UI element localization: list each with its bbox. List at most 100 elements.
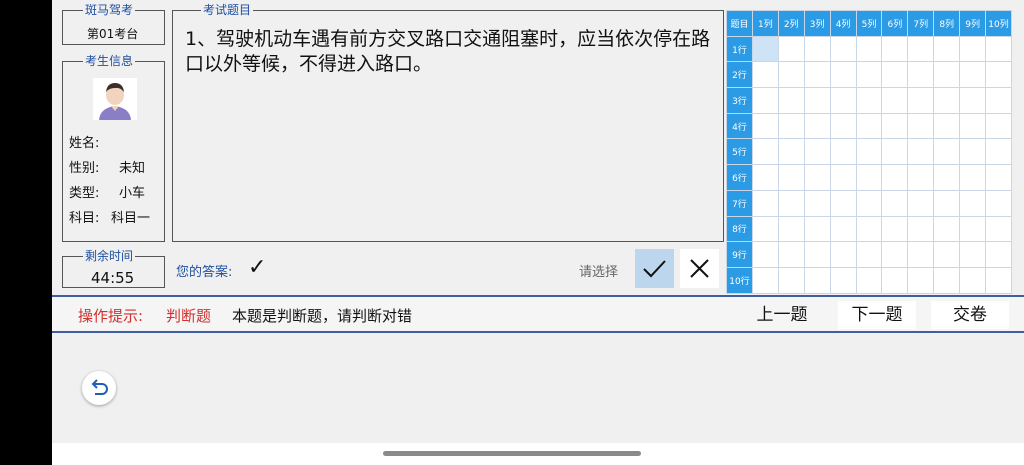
grid-answer-cell[interactable] bbox=[855, 241, 883, 268]
grid-answer-cell[interactable] bbox=[855, 61, 883, 89]
grid-answer-cell[interactable] bbox=[881, 215, 909, 243]
grid-answer-cell[interactable] bbox=[881, 112, 909, 140]
grid-answer-cell[interactable] bbox=[959, 241, 987, 268]
grid-answer-cell[interactable] bbox=[881, 164, 909, 191]
back-button[interactable] bbox=[82, 371, 116, 405]
next-question-button[interactable]: 下一题 bbox=[838, 301, 916, 329]
grid-answer-cell[interactable] bbox=[881, 35, 909, 63]
grid-answer-cell[interactable] bbox=[803, 164, 831, 191]
grid-answer-cell[interactable] bbox=[959, 35, 987, 63]
grid-answer-cell[interactable] bbox=[933, 138, 961, 166]
grid-answer-cell[interactable] bbox=[751, 215, 779, 243]
grid-answer-cell[interactable] bbox=[777, 164, 805, 191]
grid-answer-cell[interactable] bbox=[777, 112, 805, 140]
grid-answer-cell[interactable] bbox=[933, 164, 961, 191]
grid-answer-cell[interactable] bbox=[777, 87, 805, 114]
grid-answer-cell[interactable] bbox=[985, 61, 1012, 89]
grid-answer-cell[interactable] bbox=[933, 35, 961, 63]
grid-answer-cell[interactable] bbox=[829, 61, 857, 89]
grid-answer-cell[interactable] bbox=[777, 138, 805, 166]
grid-answer-cell[interactable] bbox=[855, 164, 883, 191]
grid-answer-cell[interactable] bbox=[829, 266, 857, 294]
grid-answer-cell[interactable] bbox=[959, 164, 987, 191]
grid-answer-cell[interactable] bbox=[959, 215, 987, 243]
grid-answer-cell[interactable] bbox=[985, 164, 1012, 191]
grid-answer-cell[interactable] bbox=[803, 215, 831, 243]
grid-answer-cell[interactable] bbox=[985, 241, 1012, 268]
grid-answer-cell[interactable] bbox=[777, 35, 805, 63]
answer-wrong-button[interactable] bbox=[680, 249, 719, 288]
grid-answer-cell[interactable] bbox=[985, 189, 1012, 217]
grid-answer-cell[interactable] bbox=[933, 241, 961, 268]
grid-answer-cell[interactable] bbox=[855, 87, 883, 114]
grid-answer-cell[interactable] bbox=[881, 266, 909, 294]
grid-answer-cell[interactable] bbox=[881, 189, 909, 217]
grid-answer-cell[interactable] bbox=[751, 266, 779, 294]
grid-answer-cell[interactable] bbox=[751, 35, 779, 63]
grid-answer-cell[interactable] bbox=[907, 164, 935, 191]
grid-answer-cell[interactable] bbox=[829, 189, 857, 217]
grid-answer-cell[interactable] bbox=[777, 266, 805, 294]
grid-answer-cell[interactable] bbox=[907, 266, 935, 294]
grid-answer-cell[interactable] bbox=[933, 266, 961, 294]
grid-answer-cell[interactable] bbox=[881, 241, 909, 268]
grid-answer-cell[interactable] bbox=[803, 241, 831, 268]
grid-answer-cell[interactable] bbox=[907, 138, 935, 166]
grid-answer-cell[interactable] bbox=[751, 164, 779, 191]
grid-answer-cell[interactable] bbox=[855, 189, 883, 217]
answer-correct-button[interactable] bbox=[635, 249, 674, 288]
grid-answer-cell[interactable] bbox=[751, 241, 779, 268]
grid-answer-cell[interactable] bbox=[907, 87, 935, 114]
grid-answer-cell[interactable] bbox=[985, 138, 1012, 166]
grid-answer-cell[interactable] bbox=[959, 112, 987, 140]
home-indicator[interactable] bbox=[383, 451, 641, 456]
grid-answer-cell[interactable] bbox=[751, 112, 779, 140]
grid-answer-cell[interactable] bbox=[907, 215, 935, 243]
grid-answer-cell[interactable] bbox=[907, 189, 935, 217]
grid-answer-cell[interactable] bbox=[855, 112, 883, 140]
grid-answer-cell[interactable] bbox=[777, 189, 805, 217]
grid-answer-cell[interactable] bbox=[933, 112, 961, 140]
grid-answer-cell[interactable] bbox=[881, 138, 909, 166]
grid-answer-cell[interactable] bbox=[933, 215, 961, 243]
grid-answer-cell[interactable] bbox=[933, 61, 961, 89]
grid-answer-cell[interactable] bbox=[803, 266, 831, 294]
grid-answer-cell[interactable] bbox=[829, 35, 857, 63]
grid-answer-cell[interactable] bbox=[959, 138, 987, 166]
grid-answer-cell[interactable] bbox=[933, 87, 961, 114]
grid-answer-cell[interactable] bbox=[829, 112, 857, 140]
grid-answer-cell[interactable] bbox=[803, 189, 831, 217]
grid-answer-cell[interactable] bbox=[803, 112, 831, 140]
grid-answer-cell[interactable] bbox=[829, 87, 857, 114]
grid-answer-cell[interactable] bbox=[751, 189, 779, 217]
grid-answer-cell[interactable] bbox=[803, 138, 831, 166]
grid-answer-cell[interactable] bbox=[751, 87, 779, 114]
grid-answer-cell[interactable] bbox=[855, 138, 883, 166]
grid-answer-cell[interactable] bbox=[855, 35, 883, 63]
grid-answer-cell[interactable] bbox=[829, 241, 857, 268]
grid-answer-cell[interactable] bbox=[907, 241, 935, 268]
grid-answer-cell[interactable] bbox=[829, 138, 857, 166]
grid-answer-cell[interactable] bbox=[829, 164, 857, 191]
grid-answer-cell[interactable] bbox=[985, 112, 1012, 140]
grid-answer-cell[interactable] bbox=[985, 266, 1012, 294]
grid-answer-cell[interactable] bbox=[985, 215, 1012, 243]
grid-answer-cell[interactable] bbox=[959, 61, 987, 89]
submit-exam-button[interactable]: 交卷 bbox=[931, 301, 1009, 329]
grid-answer-cell[interactable] bbox=[777, 61, 805, 89]
grid-answer-cell[interactable] bbox=[959, 87, 987, 114]
grid-answer-cell[interactable] bbox=[855, 215, 883, 243]
grid-answer-cell[interactable] bbox=[777, 215, 805, 243]
grid-answer-cell[interactable] bbox=[907, 61, 935, 89]
grid-answer-cell[interactable] bbox=[803, 87, 831, 114]
grid-answer-cell[interactable] bbox=[881, 87, 909, 114]
grid-answer-cell[interactable] bbox=[803, 61, 831, 89]
prev-question-button[interactable]: 上一题 bbox=[742, 301, 822, 329]
grid-answer-cell[interactable] bbox=[985, 35, 1012, 63]
grid-answer-cell[interactable] bbox=[985, 87, 1012, 114]
grid-answer-cell[interactable] bbox=[959, 266, 987, 294]
grid-answer-cell[interactable] bbox=[933, 189, 961, 217]
grid-answer-cell[interactable] bbox=[907, 35, 935, 63]
grid-answer-cell[interactable] bbox=[777, 241, 805, 268]
grid-answer-cell[interactable] bbox=[959, 189, 987, 217]
